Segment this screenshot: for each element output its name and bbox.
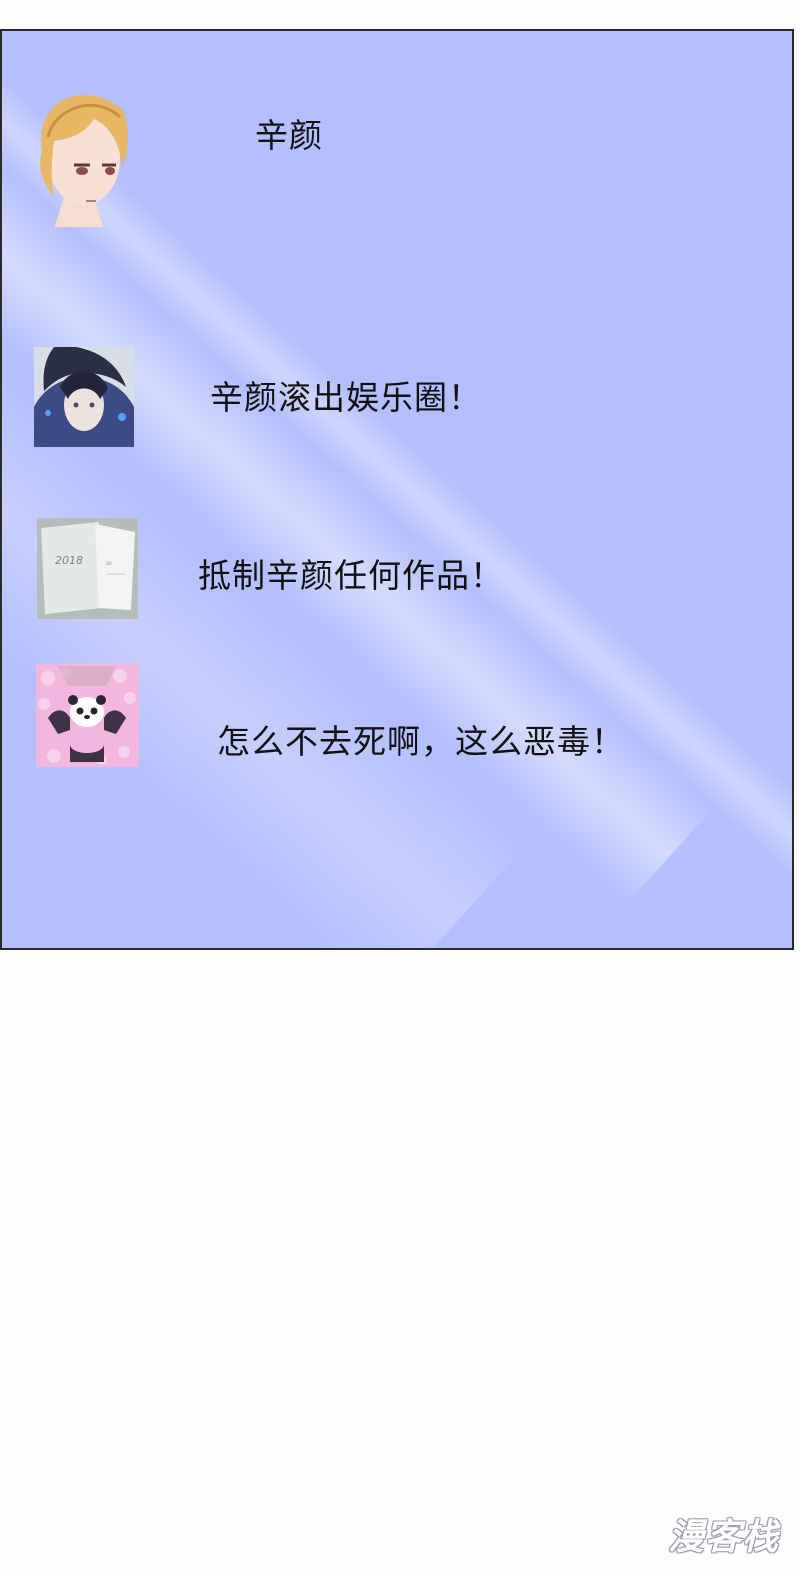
notebook-photo-avatar-icon[interactable]: 2018 ∞ (37, 518, 138, 619)
dark-hair-character-avatar-icon[interactable] (34, 347, 134, 447)
comment-text: 抵制辛颜任何作品！ (198, 556, 504, 595)
feed-panel: 辛颜 辛颜滚出娱乐圈！ 2018 ∞ 抵制辛颜任何作品！ 怎么不去死啊，这么恶毒… (0, 29, 794, 950)
poster-name: 辛颜 (255, 116, 323, 155)
site-watermark: 漫客栈 (668, 1517, 780, 1558)
comment-text: 怎么不去死啊，这么恶毒！ (217, 722, 625, 761)
svg-text:∞: ∞ (105, 559, 113, 569)
panda-avatar-icon[interactable] (36, 664, 139, 767)
svg-text:2018: 2018 (55, 554, 83, 567)
comment-text: 辛颜滚出娱乐圈！ (210, 378, 482, 417)
blonde-character-avatar-icon[interactable] (24, 79, 134, 227)
